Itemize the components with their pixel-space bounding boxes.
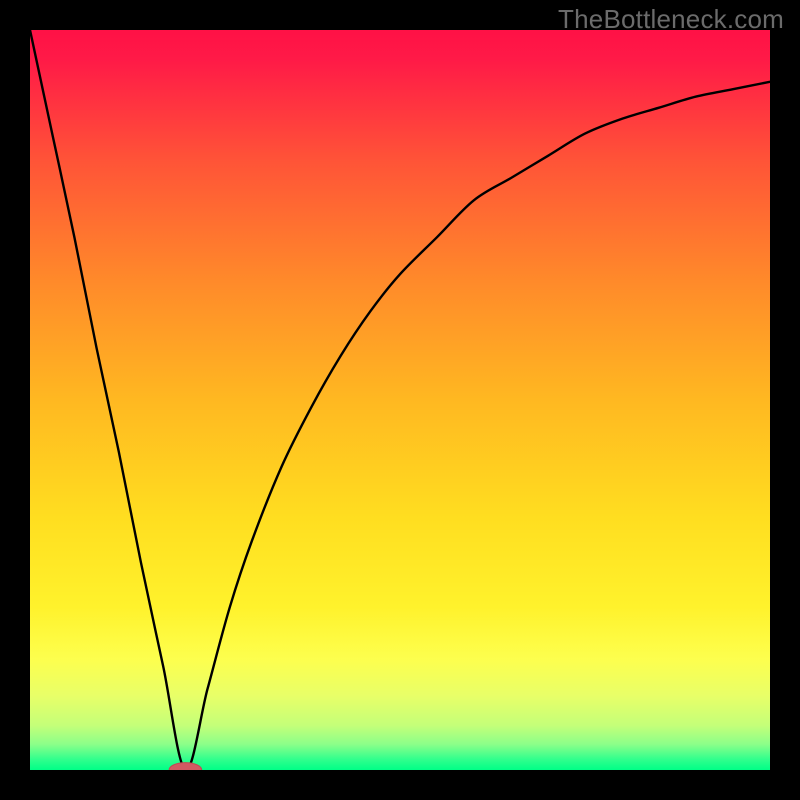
- bottleneck-chart: [30, 30, 770, 770]
- plot-area: [30, 30, 770, 770]
- chart-frame: TheBottleneck.com: [0, 0, 800, 800]
- gradient-background: [30, 30, 770, 770]
- watermark-text: TheBottleneck.com: [558, 4, 784, 35]
